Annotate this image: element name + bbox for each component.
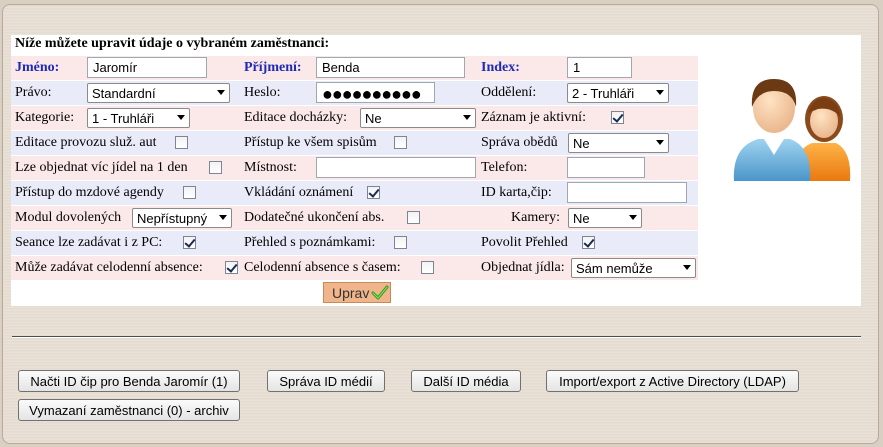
full-day-label: Může zadávat celodenní absence: <box>15 260 203 275</box>
submit-button[interactable]: Uprav <box>323 282 391 303</box>
lunch-mgmt-select-value: Ne <box>573 135 590 151</box>
form-row-7: Modul dovolených Nepřístupný Dodatečné u… <box>11 206 698 230</box>
attendance-edit-label: Editace docházky: <box>244 110 348 125</box>
service-edit-label: Editace provozu služ. aut <box>15 135 157 150</box>
checkmark-icon <box>371 285 389 300</box>
announce-checkbox[interactable] <box>367 186 380 199</box>
submit-label: Uprav <box>332 284 370 301</box>
service-edit-checkbox[interactable] <box>175 136 188 149</box>
cameras-label: Kamery: <box>511 210 560 225</box>
divider <box>12 336 861 338</box>
notes-overview-checkbox[interactable] <box>394 236 407 249</box>
name-input[interactable] <box>87 57 207 78</box>
form-row-9: Může zadávat celodenní absence: Celodenn… <box>11 256 698 280</box>
announce-label: Vkládání oznámení <box>244 185 354 200</box>
category-label: Kategorie: <box>15 110 75 125</box>
notes-overview-label: Přehled s poznámkami: <box>244 235 376 250</box>
load-chip-button[interactable]: Načti ID čip pro Benda Jaromír (1) <box>18 370 240 392</box>
surname-label: Příjmení: <box>244 60 302 75</box>
full-day-time-label: Celodenní absence s časem: <box>244 260 401 275</box>
name-label: Jméno: <box>15 60 60 75</box>
index-label: Index: <box>481 60 520 75</box>
rights-select-value: Standardní <box>92 85 156 101</box>
active-label: Záznam je aktivní: <box>481 110 586 125</box>
password-label: Heslo: <box>244 85 281 100</box>
phone-input[interactable] <box>567 157 645 178</box>
department-select[interactable]: 2 - Truhláři <box>567 83 669 103</box>
allow-overview-label: Povolit Přehled <box>481 235 568 250</box>
attendance-edit-select[interactable]: Ne <box>360 108 476 128</box>
pc-sessions-label: Seance lze zadávat i z PC: <box>15 235 163 250</box>
form-row-3: Kategorie: 1 - Truhláři Editace docházky… <box>11 106 698 130</box>
category-select[interactable]: 1 - Truhláři <box>87 108 190 128</box>
payroll-checkbox[interactable] <box>183 186 196 199</box>
full-day-checkbox[interactable] <box>225 261 238 274</box>
category-select-value: 1 - Truhláři <box>92 110 155 126</box>
next-media-button[interactable]: Další ID média <box>411 370 521 392</box>
vacation-select[interactable]: Nepřístupný <box>132 208 232 228</box>
vacation-select-value: Nepřístupný <box>137 210 208 226</box>
chevron-down-icon <box>177 115 185 120</box>
ad-import-button[interactable]: Import/export z Active Directory (LDAP) <box>546 370 799 392</box>
form-row-8: Seance lze zadávat i z PC: Přehled s poz… <box>11 231 698 255</box>
id-card-input[interactable] <box>567 182 687 203</box>
chevron-down-icon <box>656 90 664 95</box>
lunch-mgmt-label: Správa obědů <box>481 135 558 150</box>
attendance-edit-select-value: Ne <box>365 110 382 126</box>
rights-select[interactable]: Standardní <box>87 83 230 103</box>
form-row-5: Lze objednat víc jídel na 1 den Místnost… <box>11 156 698 180</box>
active-checkbox[interactable] <box>611 111 624 124</box>
multiple-meals-label: Lze objednat víc jídel na 1 den <box>15 160 188 175</box>
payroll-label: Přístup do mzdové agendy <box>15 185 164 200</box>
media-mgmt-button[interactable]: Správa ID médií <box>267 370 385 392</box>
chevron-down-icon <box>629 215 637 220</box>
order-meals-label: Objednat jídla: <box>481 260 565 275</box>
employee-form: Níže můžete upravit údaje o vybraném zam… <box>11 35 861 306</box>
users-avatar-icon <box>733 79 851 181</box>
extra-end-checkbox[interactable] <box>407 211 420 224</box>
form-row-2: Právo: Standardní Heslo: ●●●●●●●●●● Oddě… <box>11 81 698 105</box>
form-row-6: Přístup do mzdové agendy Vkládání oznáme… <box>11 181 698 205</box>
index-input[interactable] <box>567 57 632 78</box>
room-input[interactable] <box>316 157 476 178</box>
full-day-time-checkbox[interactable] <box>421 261 434 274</box>
all-files-checkbox[interactable] <box>394 136 407 149</box>
extra-end-label: Dodatečné ukončení abs. <box>244 210 385 225</box>
allow-overview-checkbox[interactable] <box>582 236 595 249</box>
room-label: Místnost: <box>244 160 297 175</box>
chevron-down-icon <box>656 140 664 145</box>
order-meals-select[interactable]: Sám nemůže <box>571 258 696 278</box>
phone-label: Telefon: <box>481 160 528 175</box>
password-value: ●●●●●●●●●● <box>322 83 422 104</box>
form-title: Níže můžete upravit údaje o vybraném zam… <box>15 36 330 51</box>
chevron-down-icon <box>683 265 691 270</box>
password-input[interactable]: ●●●●●●●●●● <box>316 82 435 103</box>
vacation-label: Modul dovolených <box>15 210 122 225</box>
form-row-4: Editace provozu služ. aut Přístup ke vše… <box>11 131 698 155</box>
pc-sessions-checkbox[interactable] <box>183 236 196 249</box>
multiple-meals-checkbox[interactable] <box>209 161 222 174</box>
cameras-select[interactable]: Ne <box>568 208 642 228</box>
chevron-down-icon <box>463 115 471 120</box>
surname-input[interactable] <box>316 57 465 78</box>
chevron-down-icon <box>217 90 225 95</box>
order-meals-select-value: Sám nemůže <box>576 260 653 276</box>
department-label: Oddělení: <box>481 85 537 100</box>
all-files-label: Přístup ke všem spisům <box>244 135 377 150</box>
archive-button[interactable]: Vymazaní zaměstnanci (0) - archiv <box>18 399 240 421</box>
lunch-mgmt-select[interactable]: Ne <box>568 133 669 153</box>
department-select-value: 2 - Truhláři <box>572 85 635 101</box>
rights-label: Právo: <box>15 85 52 100</box>
id-card-label: ID karta,čip: <box>481 185 552 200</box>
form-row-1: Jméno: Příjmení: Index: <box>11 56 698 80</box>
cameras-select-value: Ne <box>573 210 590 226</box>
chevron-down-icon <box>219 215 227 220</box>
